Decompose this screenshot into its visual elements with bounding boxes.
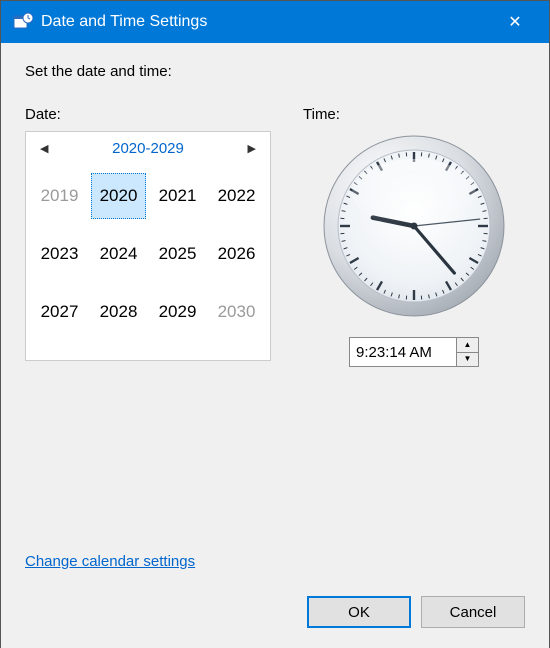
calendar-year-cell[interactable]: 2022 xyxy=(207,167,266,225)
title-bar: Date and Time Settings ✕ xyxy=(1,1,549,43)
time-spinner: ▲ ▼ xyxy=(457,337,479,367)
calendar-prev-button[interactable]: ◀ xyxy=(36,140,52,157)
date-section-label: Date: xyxy=(25,106,271,123)
calendar-year-cell[interactable]: 2027 xyxy=(30,283,89,341)
time-spinner-up[interactable]: ▲ xyxy=(457,338,478,352)
calendar-year-cell[interactable]: 2021 xyxy=(148,167,207,225)
calendar: ◀ 2020-2029 ▶ 20192020202120222023202420… xyxy=(25,131,271,361)
calendar-year-cell[interactable]: 2029 xyxy=(148,283,207,341)
calendar-year-cell[interactable]: 2026 xyxy=(207,225,266,283)
calendar-year-cell[interactable]: 2020 xyxy=(89,167,148,225)
time-section-label: Time: xyxy=(303,106,525,123)
calendar-title-button[interactable]: 2020-2029 xyxy=(112,140,184,157)
ok-button[interactable]: OK xyxy=(307,596,411,628)
calendar-year-cell[interactable]: 2028 xyxy=(89,283,148,341)
change-calendar-settings-link[interactable]: Change calendar settings xyxy=(25,553,195,570)
cancel-button[interactable]: Cancel xyxy=(421,596,525,628)
calendar-year-cell[interactable]: 2023 xyxy=(30,225,89,283)
calendar-year-cell[interactable]: 2030 xyxy=(207,283,266,341)
prompt-label: Set the date and time: xyxy=(25,63,525,80)
calendar-next-button[interactable]: ▶ xyxy=(244,140,260,157)
calendar-year-cell[interactable]: 2019 xyxy=(30,167,89,225)
calendar-year-cell[interactable]: 2025 xyxy=(148,225,207,283)
time-input[interactable] xyxy=(349,337,457,367)
dialog-body: Set the date and time: Date: ◀ 2020-2029… xyxy=(1,43,549,648)
time-spinner-down[interactable]: ▼ xyxy=(457,352,478,367)
calendar-year-cell[interactable]: 2024 xyxy=(89,225,148,283)
close-button[interactable]: ✕ xyxy=(493,1,537,43)
app-icon xyxy=(13,12,33,32)
window-title: Date and Time Settings xyxy=(41,13,493,31)
calendar-grid: 2019202020212022 2023202420252026 20272028… xyxy=(26,167,270,347)
analog-clock xyxy=(319,131,509,321)
